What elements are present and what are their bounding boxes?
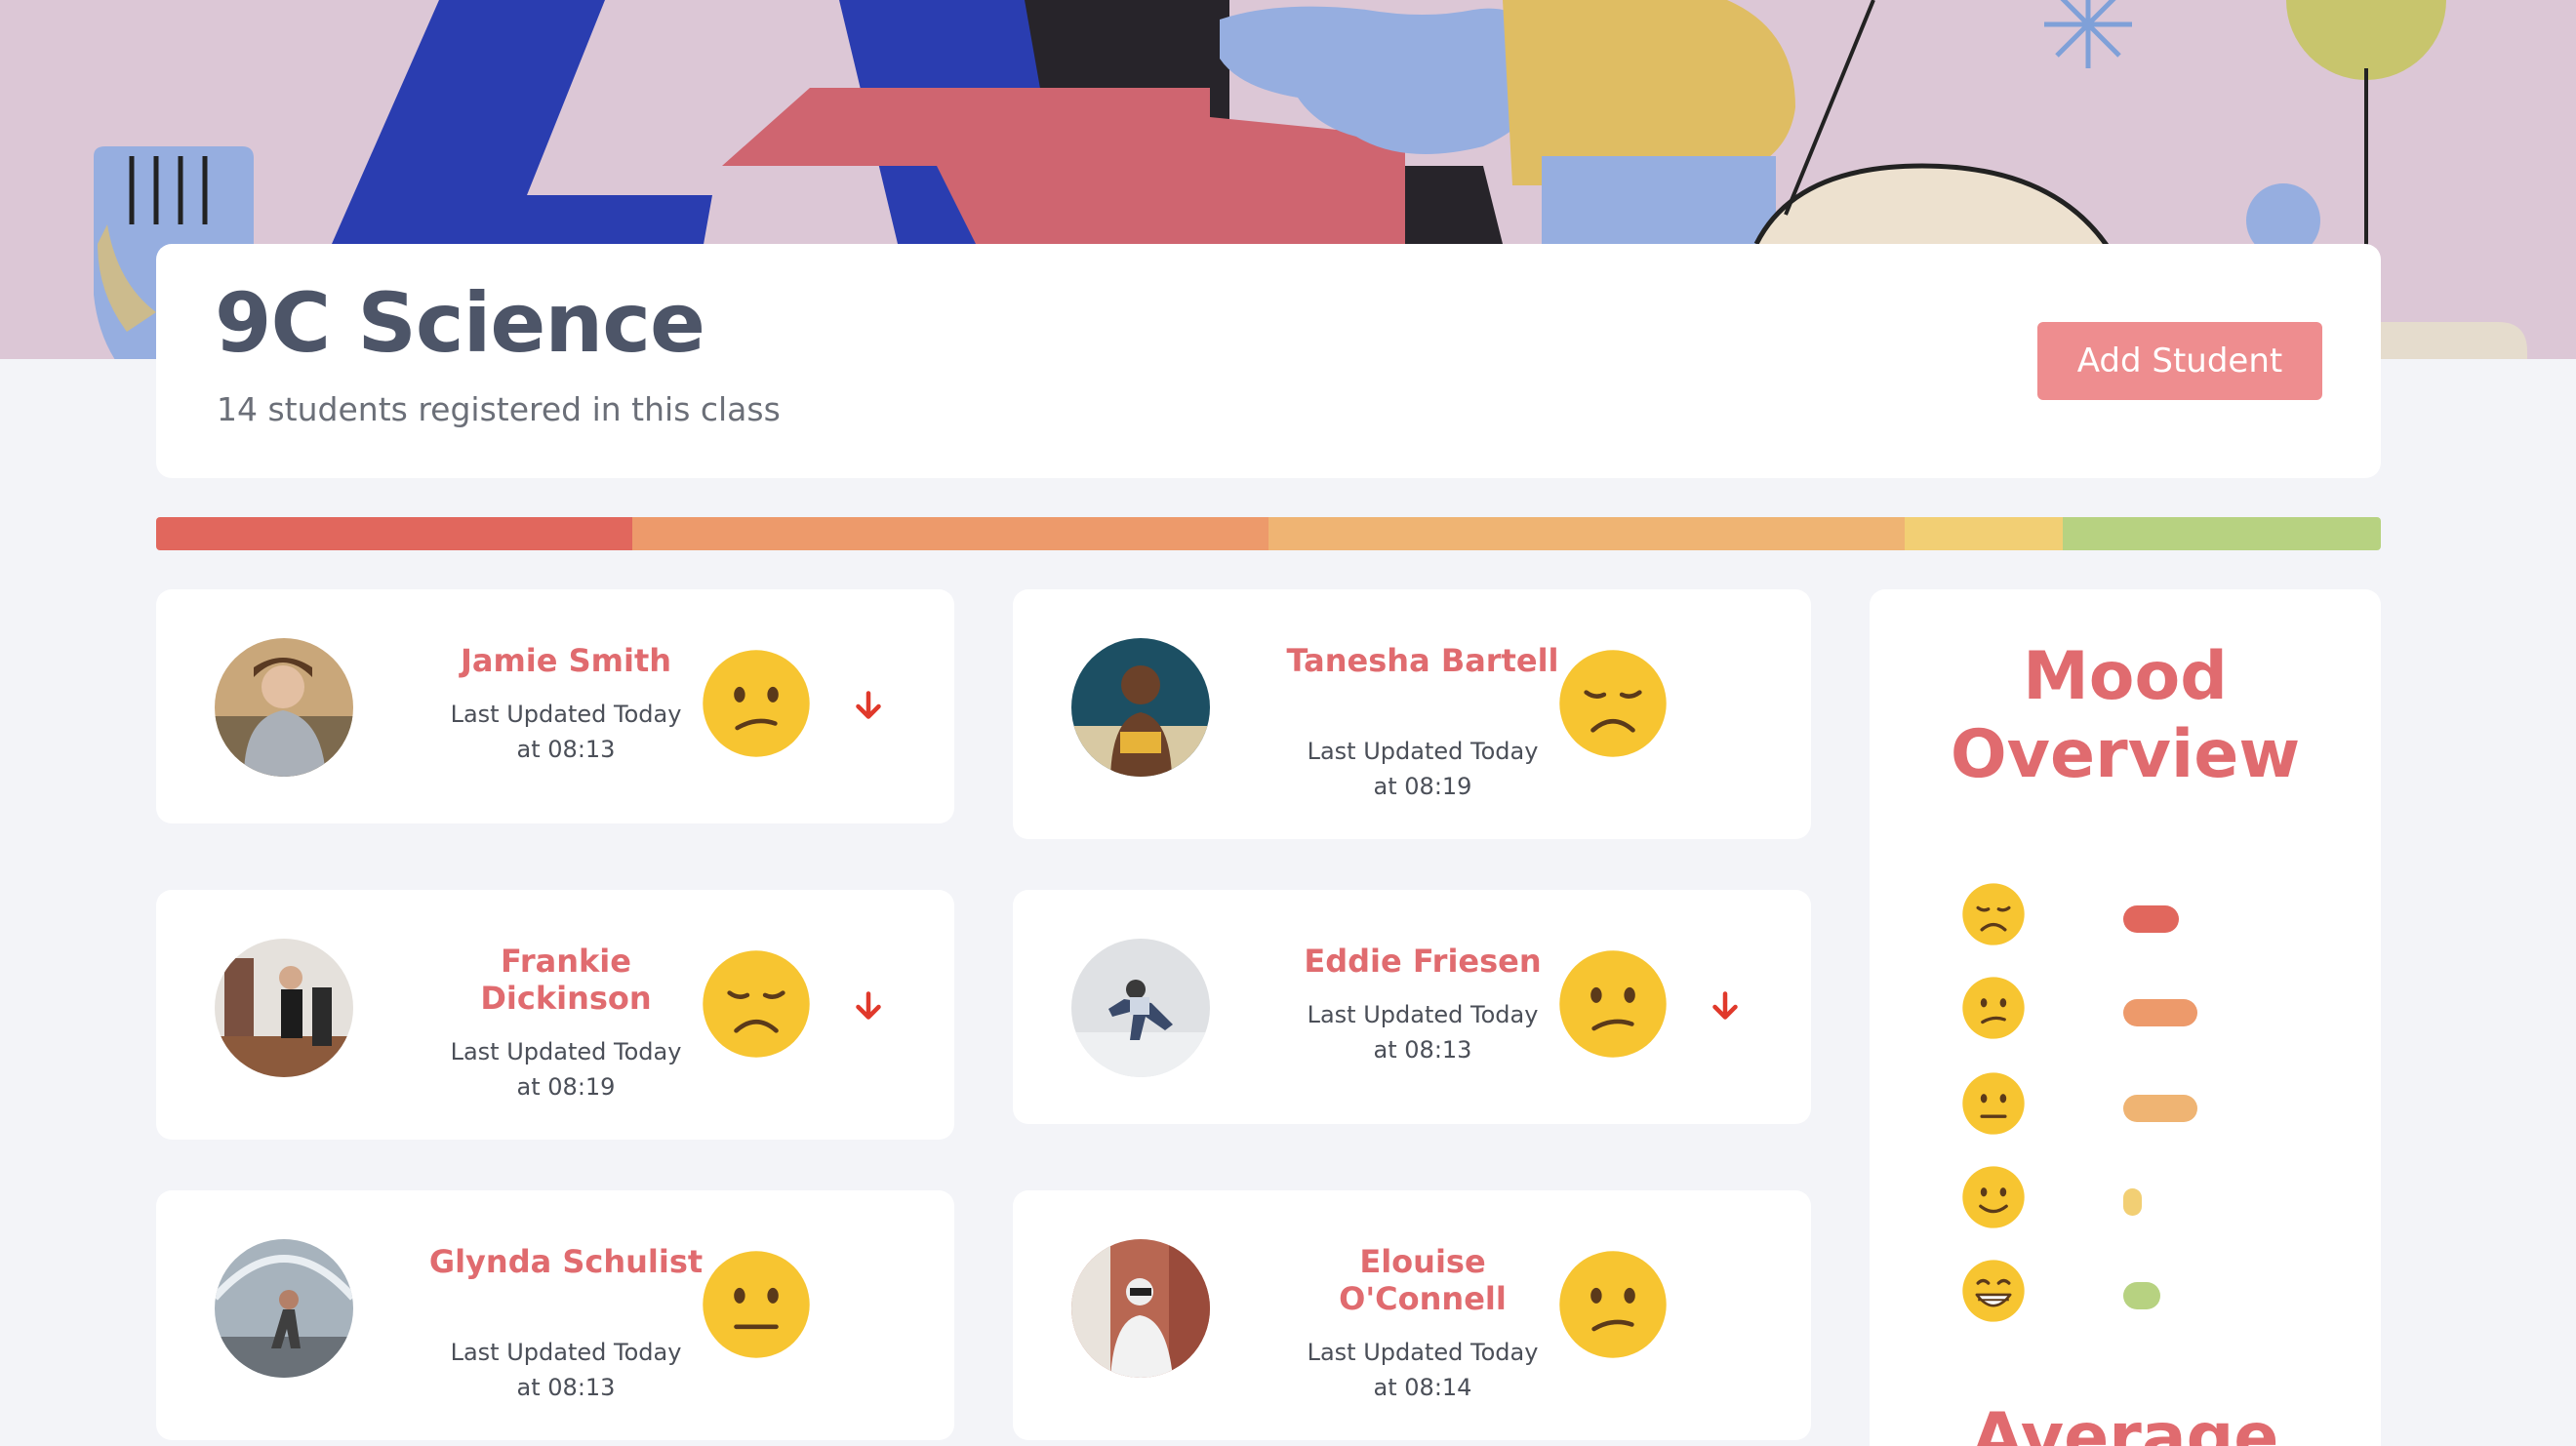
last-updated-text: Last Updated Today at 08:13	[1307, 1001, 1539, 1064]
confused-face-icon	[1559, 950, 1667, 1058]
class-page: 9C Science 14 students registered in thi…	[0, 0, 2576, 1446]
disappointed-face-icon	[1962, 883, 2025, 945]
mood-overview-panel: Mood Overview Average	[1870, 589, 2381, 1446]
mood-strip-segment-slightly-smiling	[1905, 517, 2063, 550]
student-avatar	[215, 638, 353, 777]
trend-down-icon	[856, 991, 881, 1020]
student-avatar	[1071, 939, 1210, 1077]
overview-row-slightly-smiling	[1870, 1165, 2381, 1233]
class-header-card: 9C Science 14 students registered in thi…	[156, 244, 2381, 478]
last-updated-text: Last Updated Today at 08:19	[1307, 738, 1539, 800]
grinning-face-icon	[1962, 1260, 2025, 1322]
confused-face-icon	[1559, 1251, 1667, 1358]
overview-bar	[2123, 1095, 2197, 1122]
student-avatar	[1071, 638, 1210, 777]
mood-strip-segment-confused	[631, 517, 1268, 550]
overview-row-disappointed	[1870, 882, 2381, 950]
student-name[interactable]: Elouise O'Connell	[1276, 1243, 1569, 1317]
average-section-title: Average	[1971, 1399, 2279, 1446]
student-card[interactable]: Frankie Dickinson Last Updated Today at 0…	[156, 890, 954, 1140]
last-updated-text: Last Updated Today at 08:19	[450, 1038, 682, 1101]
disappointed-face-icon	[1559, 650, 1667, 757]
mood-strip-segment-grinning	[2062, 517, 2381, 550]
disappointed-face-icon	[703, 950, 810, 1058]
student-name[interactable]: Eddie Friesen	[1276, 943, 1569, 980]
overview-bar	[2123, 905, 2179, 933]
student-avatar	[1071, 1239, 1210, 1378]
trend-down-icon	[856, 691, 881, 719]
student-avatar	[215, 939, 353, 1077]
neutral-face-icon	[703, 1251, 810, 1358]
student-card[interactable]: Tanesha Bartell Last Updated Today at 08:…	[1013, 589, 1811, 839]
overview-row-confused	[1870, 976, 2381, 1044]
neutral-face-icon	[1962, 1072, 2025, 1135]
student-name[interactable]: Tanesha Bartell	[1276, 642, 1569, 679]
page-title: 9C Science	[215, 275, 705, 371]
student-card[interactable]: Jamie Smith Last Updated Today at 08:13	[156, 589, 954, 823]
mood-distribution-bar	[156, 517, 2381, 550]
last-updated-text: Last Updated Today at 08:13	[450, 701, 682, 763]
student-name[interactable]: Jamie Smith	[420, 642, 712, 679]
mood-strip-segment-neutral	[1268, 517, 1906, 550]
last-updated-text: Last Updated Today at 08:14	[1307, 1339, 1539, 1401]
student-card[interactable]: Eddie Friesen Last Updated Today at 08:13	[1013, 890, 1811, 1124]
mood-strip-segment-sad	[156, 517, 632, 550]
overview-bar	[2123, 999, 2197, 1026]
student-card[interactable]: Elouise O'Connell Last Updated Today at 0…	[1013, 1190, 1811, 1440]
student-name[interactable]: Glynda Schulist	[420, 1243, 712, 1280]
slightly-smiling-face-icon	[1962, 1166, 2025, 1228]
student-name[interactable]: Frankie Dickinson	[420, 943, 712, 1017]
confused-face-icon	[703, 650, 810, 757]
student-avatar	[215, 1239, 353, 1378]
mood-overview-title: Mood Overview	[1950, 638, 2301, 793]
trend-down-icon	[1712, 991, 1738, 1020]
overview-bar	[2123, 1282, 2160, 1309]
overview-row-grinning	[1870, 1259, 2381, 1327]
overview-row-neutral	[1870, 1071, 2381, 1140]
student-count-text: 14 students registered in this class	[217, 390, 781, 428]
student-card[interactable]: Glynda Schulist Last Updated Today at 08:…	[156, 1190, 954, 1440]
add-student-button[interactable]: Add Student	[2037, 322, 2322, 400]
confused-face-icon	[1962, 977, 2025, 1039]
last-updated-text: Last Updated Today at 08:13	[450, 1339, 682, 1401]
overview-bar	[2123, 1188, 2142, 1216]
